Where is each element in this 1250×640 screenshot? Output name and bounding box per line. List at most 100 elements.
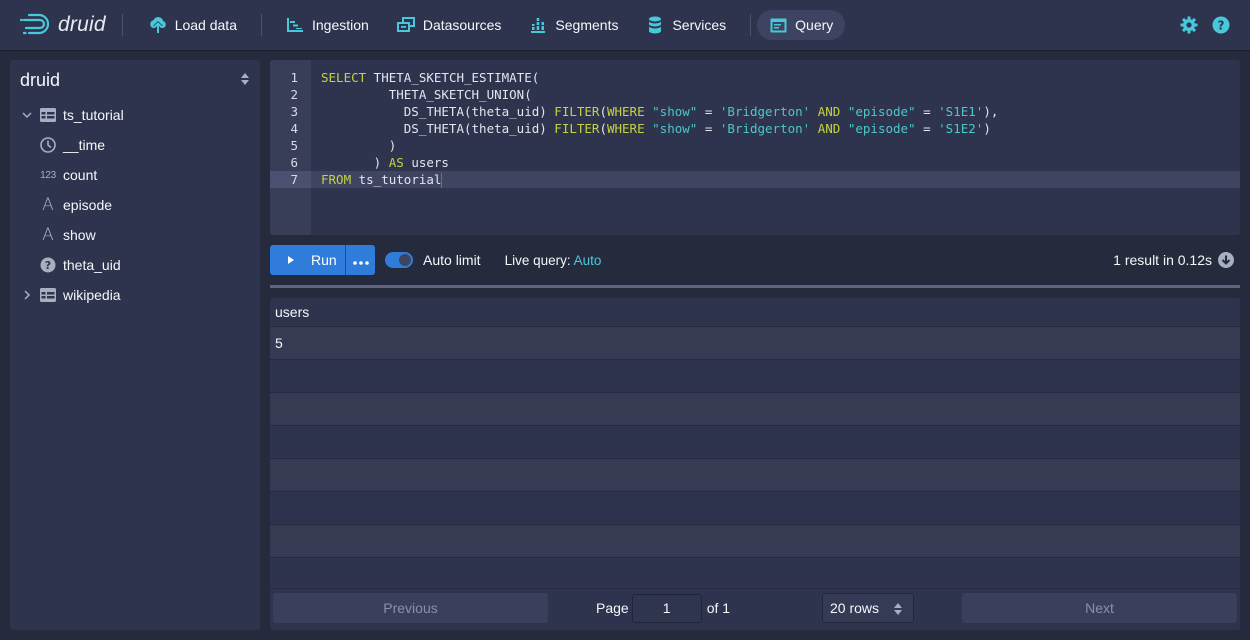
table-cell[interactable]: 5 (275, 335, 283, 351)
editor-results-splitter[interactable] (270, 285, 1240, 288)
table-body: 5 (270, 327, 1240, 591)
help-icon: ? (40, 257, 56, 273)
caret-up-down-icon (893, 602, 903, 619)
code-line[interactable]: 3 DS_THETA(theta_uid) FILTER(WHERE "show… (270, 103, 1240, 120)
code-text: DS_THETA(theta_uid) FILTER(WHERE "show" … (321, 103, 999, 120)
sql-token: DS_THETA(theta_uid) (321, 121, 555, 136)
code-line[interactable]: 1 SELECT THETA_SKETCH_ESTIMATE( (270, 69, 1240, 86)
nav-services[interactable]: Services (636, 10, 736, 40)
line-number: 1 (290, 70, 298, 85)
tree-column-time[interactable]: __time (10, 130, 260, 160)
table-row[interactable]: 5 (270, 327, 1240, 360)
line-number: 3 (290, 104, 298, 119)
nav-query[interactable]: Query (757, 10, 846, 40)
nav-divider (121, 14, 123, 36)
rows-per-page-select[interactable]: 20 rows (822, 593, 914, 623)
sql-token: = (915, 121, 939, 136)
code-lines: 1 SELECT THETA_SKETCH_ESTIMATE(2 THETA_SK… (270, 69, 1240, 188)
sql-keyword: FILTER (554, 104, 600, 119)
table-icon (40, 107, 56, 123)
tree-column-show[interactable]: A show (10, 220, 260, 250)
logo-text: druid (58, 13, 106, 36)
cog-icon[interactable] (1180, 16, 1198, 34)
schema-selector[interactable]: druid (10, 60, 260, 100)
code-text: THETA_SKETCH_UNION( (321, 86, 532, 103)
code-line[interactable]: 2 THETA_SKETCH_UNION( (270, 86, 1240, 103)
sql-literal: "show" (652, 104, 698, 119)
cloud-upload-icon (149, 16, 167, 34)
sql-token: = (697, 104, 720, 119)
live-query-value: Auto (573, 252, 602, 268)
sql-editor[interactable]: 1 SELECT THETA_SKETCH_ESTIMATE(2 THETA_SK… (270, 60, 1240, 235)
chevron-down-icon[interactable] (20, 111, 34, 119)
tree-column-count[interactable]: 123 count (10, 160, 260, 190)
string-type-icon: A (42, 195, 54, 215)
auto-limit-label: Auto limit (423, 252, 481, 268)
database-icon (646, 16, 664, 34)
sql-keyword: AND (817, 121, 841, 136)
tree-item-wikipedia[interactable]: wikipedia (10, 280, 260, 310)
sql-token: ( (599, 104, 607, 119)
tree-item-label: ts_tutorial (63, 107, 124, 123)
page-label: Page (596, 600, 629, 616)
code-text: ) AS users (321, 154, 449, 171)
druid-logo[interactable]: druid (19, 0, 106, 50)
sql-token: ) (321, 155, 389, 170)
sql-token: users (403, 155, 449, 170)
empty-table-row (270, 360, 1240, 393)
code-line[interactable]: 4 DS_THETA(theta_uid) FILTER(WHERE "show… (270, 120, 1240, 137)
query-toolbar: Run Auto limit Live query: Auto 1 result… (270, 245, 1240, 275)
sql-token: THETA_SKETCH_UNION( (321, 87, 532, 102)
line-number: 7 (270, 171, 311, 188)
nav-segments-label: Segments (555, 17, 619, 33)
table-icon (40, 287, 56, 303)
sql-token: ) (983, 121, 991, 136)
gantt-chart-icon (286, 16, 304, 34)
code-text: SELECT THETA_SKETCH_ESTIMATE( (321, 69, 539, 86)
tree-item-ts-tutorial[interactable]: ts_tutorial (10, 100, 260, 130)
previous-button[interactable]: Previous (273, 593, 548, 623)
sql-token: DS_THETA(theta_uid) (321, 104, 555, 119)
code-text: FROM ts_tutorial (321, 171, 443, 188)
code-line[interactable]: 5 ) (270, 137, 1240, 154)
nav-load-data[interactable]: Load data (139, 10, 247, 40)
tree-item-label: theta_uid (63, 257, 121, 273)
sql-keyword: SELECT (321, 70, 367, 85)
live-query-label: Live query: (504, 252, 571, 268)
nav-datasources[interactable]: Datasources (387, 10, 512, 40)
sql-token: ), (983, 104, 999, 119)
download-icon[interactable] (1218, 252, 1234, 268)
sql-token: = (697, 121, 720, 136)
page-input[interactable] (631, 593, 702, 623)
auto-limit-toggle[interactable] (385, 252, 413, 268)
next-button[interactable]: Next (962, 593, 1237, 623)
tree-column-episode[interactable]: A episode (10, 190, 260, 220)
run-button[interactable]: Run (270, 245, 345, 275)
live-query-selector[interactable]: Live query: Auto (505, 253, 602, 268)
empty-table-row (270, 459, 1240, 492)
column-header-users[interactable]: users (270, 298, 1240, 327)
nav-ingestion[interactable]: Ingestion (276, 10, 379, 40)
code-line[interactable]: 6 ) AS users (270, 154, 1240, 171)
nav-query-label: Query (795, 17, 834, 33)
nav-segments[interactable]: Segments (519, 10, 628, 40)
druid-logo-icon (19, 12, 54, 39)
pagination-bar: Previous Page of 1 20 rows Next (270, 588, 1240, 630)
multi-select-icon (396, 16, 415, 34)
top-navbar: druid Load data Ingestion Datasources Se… (0, 0, 1250, 50)
numerical-icon: 123 (40, 169, 56, 181)
caret-up-down-icon[interactable] (240, 72, 250, 89)
code-line[interactable]: 7 FROM ts_tutorial (270, 171, 1240, 188)
tree-item-label: wikipedia (63, 287, 121, 303)
schema-sidebar: druid ts_tutorial __time 123 count A epi… (10, 60, 260, 630)
empty-table-row (270, 492, 1240, 525)
page-of-label: of 1 (706, 600, 731, 616)
tree-column-theta-uid[interactable]: ? theta_uid (10, 250, 260, 280)
help-icon[interactable]: ? (1212, 16, 1230, 34)
sql-keyword: WHERE (606, 121, 645, 136)
more-options-button[interactable] (345, 245, 375, 275)
chevron-right-icon[interactable] (20, 290, 34, 300)
run-button-label: Run (311, 252, 337, 268)
